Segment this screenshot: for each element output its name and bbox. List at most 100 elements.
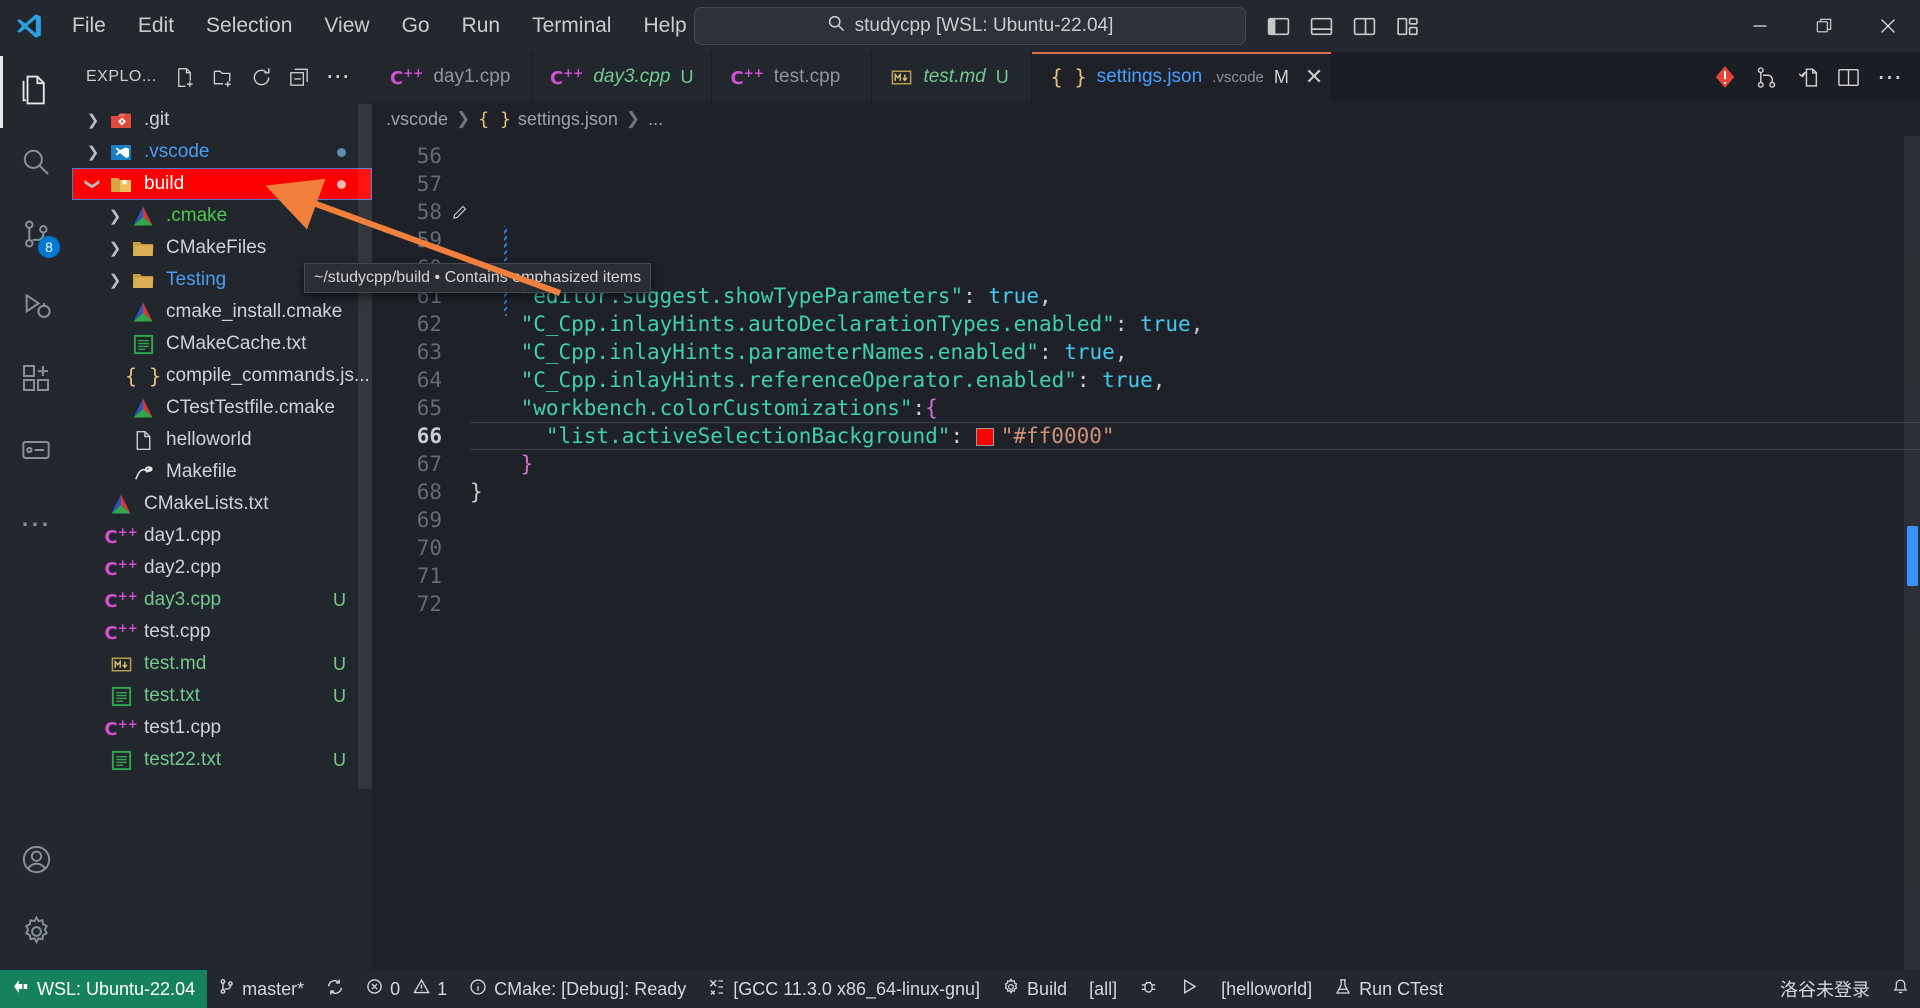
chevron-down-icon[interactable]: ❯ — [84, 171, 102, 197]
more-actions-icon[interactable]: ⋯ — [1877, 64, 1902, 90]
chevron-right-icon[interactable]: ❯ — [80, 143, 106, 161]
tree-item-day2-cpp[interactable]: C++ day2.cpp — [72, 552, 372, 584]
refresh-icon[interactable] — [245, 60, 279, 94]
open-changes-icon[interactable] — [1795, 65, 1820, 90]
tree-item-test-md[interactable]: test.md U — [72, 648, 372, 680]
tree-item-label: helloworld — [166, 429, 252, 450]
activity-item-run-and-debug[interactable] — [0, 272, 72, 344]
menu-view[interactable]: View — [310, 9, 383, 43]
status-run-ctest[interactable]: Run CTest — [1323, 970, 1454, 1008]
breadcrumb-item-vscode[interactable]: .vscode — [386, 109, 448, 130]
status-branch[interactable]: master* — [207, 970, 315, 1008]
tree-item-build[interactable]: ❯ build — [72, 168, 372, 200]
markdown-icon — [106, 653, 136, 676]
new-folder-icon[interactable] — [207, 60, 241, 94]
status-build[interactable]: Build — [991, 970, 1078, 1008]
tree-item--git[interactable]: ❯ .git — [72, 104, 372, 136]
activity-item-extensions[interactable] — [0, 344, 72, 416]
run-code-icon[interactable] — [1712, 64, 1738, 90]
status-notifications[interactable] — [1881, 970, 1920, 1008]
tree-item-day1-cpp[interactable]: C++ day1.cpp — [72, 520, 372, 552]
breadcrumb-item-settings[interactable]: { } settings.json — [478, 109, 618, 130]
tree-item-makefile[interactable]: Makefile — [72, 456, 372, 488]
tree-item-ctesttestfile-cmake[interactable]: CTestTestfile.cmake — [72, 392, 372, 424]
status-debug[interactable] — [1128, 970, 1169, 1008]
editor-tab-day3-cpp[interactable]: C++ day3.cpp U — [532, 52, 713, 102]
toggle-primary-sidebar-icon[interactable] — [1266, 14, 1291, 39]
chevron-right-icon[interactable]: ❯ — [102, 239, 128, 257]
file-tree[interactable]: ❯ .git ❯ .vscode ❯ build ❯ .cmake ❯ CMakeFil… — [72, 102, 372, 970]
tree-item--cmake[interactable]: ❯ .cmake — [72, 200, 372, 232]
collapse-all-icon[interactable] — [283, 60, 317, 94]
editor-tab-test-cpp[interactable]: C++ test.cpp — [712, 52, 873, 102]
views-and-more-icon[interactable]: ⋯ — [321, 60, 355, 94]
activity-item-more-views[interactable]: ⋯ — [0, 488, 72, 560]
close-icon[interactable] — [1856, 0, 1920, 52]
tree-item-cmakefiles[interactable]: ❯ CMakeFiles — [72, 232, 372, 264]
line-number: 68 — [416, 480, 442, 504]
activity-item-accounts[interactable] — [0, 826, 72, 898]
editor-tab-test-md[interactable]: test.md U — [872, 52, 1033, 102]
tree-item-test22-txt[interactable]: test22.txt U — [72, 744, 372, 776]
menu-selection[interactable]: Selection — [192, 9, 306, 43]
sidebar-scrollbar[interactable] — [358, 104, 372, 789]
editor-tab-settings-json[interactable]: { } settings.json .vscode M ✕ — [1032, 52, 1333, 102]
breadcrumb-item-symbol[interactable]: ... — [648, 109, 663, 130]
activity-item-manage[interactable] — [0, 898, 72, 970]
cmake-icon — [106, 492, 136, 516]
tree-item-compile-commands-js-[interactable]: { } compile_commands.js... — [72, 360, 372, 392]
chevron-right-icon[interactable]: ❯ — [102, 271, 128, 289]
tree-item-helloworld[interactable]: helloworld — [72, 424, 372, 456]
customize-layout-icon[interactable] — [1395, 14, 1420, 39]
editor-tab-close-icon[interactable]: ✕ — [1305, 64, 1323, 90]
activity-item-explorer[interactable] — [0, 56, 72, 128]
command-center[interactable]: studycpp [WSL: Ubuntu-22.04] — [694, 7, 1246, 45]
tree-item-test-cpp[interactable]: C++ test.cpp — [72, 616, 372, 648]
menu-edit[interactable]: Edit — [124, 9, 188, 43]
split-terminal-icon[interactable] — [1754, 65, 1779, 90]
status-sync[interactable] — [315, 970, 355, 1008]
editor-tab-day1-cpp[interactable]: C++ day1.cpp — [372, 52, 532, 102]
tree-item-cmakecache-txt[interactable]: CMakeCache.txt — [72, 328, 372, 360]
tree-item-day3-cpp[interactable]: C++ day3.cpp U — [72, 584, 372, 616]
tree-item--vscode[interactable]: ❯ .vscode — [72, 136, 372, 168]
status-run[interactable] — [1169, 970, 1210, 1008]
tree-item-test1-cpp[interactable]: C++ test1.cpp — [72, 712, 372, 744]
edit-pencil-icon[interactable] — [448, 198, 470, 226]
code-editor[interactable]: 5657585960616263646566676869707172 "edit… — [372, 136, 1920, 970]
status-build-target[interactable]: [all] — [1078, 970, 1128, 1008]
status-launch-target[interactable]: [helloworld] — [1210, 970, 1323, 1008]
status-cmake[interactable]: CMake: [Debug]: Ready — [458, 970, 697, 1008]
restore-icon[interactable] — [1792, 0, 1856, 52]
fold-slot — [448, 394, 470, 422]
menu-go[interactable]: Go — [388, 9, 444, 43]
tree-item-test-txt[interactable]: test.txt U — [72, 680, 372, 712]
cpp-icon: C++ — [390, 65, 424, 89]
color-swatch[interactable] — [975, 428, 994, 446]
menu-run[interactable]: Run — [448, 9, 515, 43]
activity-item-search[interactable] — [0, 128, 72, 200]
activity-item-source-control[interactable]: 8 — [0, 200, 72, 272]
menu-help[interactable]: Help — [629, 9, 700, 43]
editor-scrollbar-thumb[interactable] — [1907, 526, 1918, 586]
chevron-right-icon[interactable]: ❯ — [102, 207, 128, 225]
status-problems[interactable]: 0 1 — [355, 970, 458, 1008]
fold-slot — [448, 422, 470, 450]
new-file-icon[interactable] — [169, 60, 203, 94]
code-content[interactable]: "editor.suggest.showTypeParameters": tru… — [470, 136, 1920, 970]
tree-item-cmakelists-txt[interactable]: CMakeLists.txt — [72, 488, 372, 520]
toggle-secondary-sidebar-icon[interactable] — [1352, 14, 1377, 39]
status-remote-indicator[interactable]: WSL: Ubuntu-22.04 — [0, 970, 208, 1008]
chevron-right-icon[interactable]: ❯ — [80, 111, 106, 129]
menu-terminal[interactable]: Terminal — [518, 9, 625, 43]
cpp-icon: C++ — [104, 525, 137, 548]
activity-item-remote-explorer[interactable] — [0, 416, 72, 488]
menu-file[interactable]: File — [58, 9, 120, 43]
minimize-icon[interactable] — [1728, 0, 1792, 52]
status-luogu[interactable]: 洛谷未登录 — [1769, 970, 1881, 1008]
toggle-panel-icon[interactable] — [1309, 14, 1334, 39]
status-kit[interactable]: [GCC 11.3.0 x86_64-linux-gnu] — [697, 970, 991, 1008]
split-editor-icon[interactable] — [1836, 65, 1861, 90]
folding-gutter[interactable] — [448, 136, 470, 970]
tree-item-cmake-install-cmake[interactable]: cmake_install.cmake — [72, 296, 372, 328]
